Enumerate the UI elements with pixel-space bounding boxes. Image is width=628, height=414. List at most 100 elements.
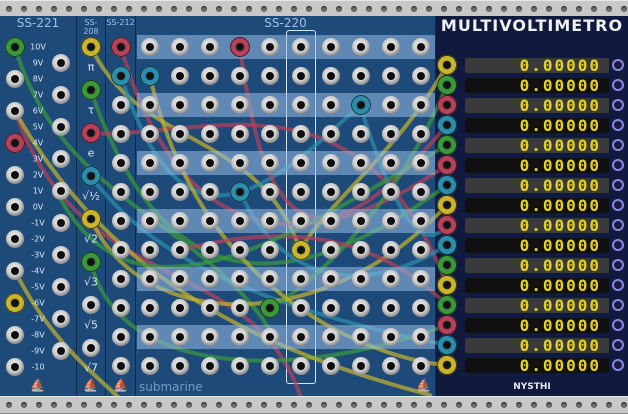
output-jack[interactable] bbox=[612, 239, 624, 251]
jack-socket[interactable] bbox=[321, 38, 340, 56]
jack-socket[interactable] bbox=[112, 96, 130, 114]
jack-socket[interactable] bbox=[171, 270, 190, 288]
output-jack[interactable] bbox=[612, 279, 624, 291]
jack-socket[interactable] bbox=[437, 75, 457, 95]
jack-socket[interactable] bbox=[112, 299, 130, 317]
output-jack[interactable] bbox=[612, 359, 624, 371]
jack-socket[interactable] bbox=[411, 154, 430, 172]
jack-socket[interactable] bbox=[171, 299, 190, 317]
jack-socket[interactable] bbox=[381, 212, 400, 230]
jack-socket[interactable] bbox=[411, 270, 430, 288]
jack-socket[interactable] bbox=[171, 96, 190, 114]
jack-socket[interactable] bbox=[52, 246, 70, 264]
jack-socket[interactable] bbox=[171, 154, 190, 172]
output-jack[interactable] bbox=[612, 179, 624, 191]
output-jack[interactable] bbox=[612, 219, 624, 231]
jack-socket[interactable] bbox=[411, 328, 430, 346]
jack-socket[interactable] bbox=[321, 154, 340, 172]
jack-socket[interactable] bbox=[81, 37, 101, 57]
output-jack[interactable] bbox=[612, 79, 624, 91]
jack-socket[interactable] bbox=[81, 209, 101, 229]
jack-socket[interactable] bbox=[437, 115, 457, 135]
jack-socket[interactable] bbox=[52, 150, 70, 168]
jack-socket[interactable] bbox=[291, 299, 310, 317]
jack-socket[interactable] bbox=[321, 67, 340, 85]
jack-socket[interactable] bbox=[171, 67, 190, 85]
jack-socket[interactable] bbox=[291, 96, 310, 114]
jack-socket[interactable] bbox=[411, 67, 430, 85]
jack-socket[interactable] bbox=[351, 67, 370, 85]
jack-socket[interactable] bbox=[141, 212, 159, 230]
jack-socket[interactable] bbox=[381, 96, 400, 114]
jack-socket[interactable] bbox=[52, 214, 70, 232]
jack-socket[interactable] bbox=[437, 55, 457, 75]
jack-socket[interactable] bbox=[411, 96, 430, 114]
jack-socket[interactable] bbox=[81, 166, 101, 186]
jack-socket[interactable] bbox=[141, 125, 159, 143]
jack-socket[interactable] bbox=[52, 54, 70, 72]
jack-socket[interactable] bbox=[140, 66, 160, 86]
jack-socket[interactable] bbox=[381, 154, 400, 172]
jack-socket[interactable] bbox=[437, 235, 457, 255]
jack-socket[interactable] bbox=[411, 299, 430, 317]
jack-socket[interactable] bbox=[291, 183, 310, 201]
jack-socket[interactable] bbox=[82, 339, 100, 357]
jack-socket[interactable] bbox=[321, 183, 340, 201]
jack-socket[interactable] bbox=[290, 240, 311, 260]
jack-socket[interactable] bbox=[321, 241, 340, 259]
jack-socket[interactable] bbox=[351, 212, 370, 230]
jack-socket[interactable] bbox=[112, 154, 130, 172]
output-jack[interactable] bbox=[612, 99, 624, 111]
jack-socket[interactable] bbox=[351, 270, 370, 288]
jack-socket[interactable] bbox=[112, 328, 130, 346]
jack-socket[interactable] bbox=[6, 70, 24, 88]
jack-socket[interactable] bbox=[141, 328, 159, 346]
jack-socket[interactable] bbox=[171, 328, 190, 346]
jack-socket[interactable] bbox=[6, 166, 24, 184]
jack-socket[interactable] bbox=[321, 299, 340, 317]
jack-socket[interactable] bbox=[81, 123, 101, 143]
jack-socket[interactable] bbox=[112, 357, 130, 375]
jack-socket[interactable] bbox=[411, 357, 430, 375]
jack-socket[interactable] bbox=[411, 38, 430, 56]
jack-socket[interactable] bbox=[6, 358, 24, 376]
jack-socket[interactable] bbox=[171, 183, 190, 201]
jack-socket[interactable] bbox=[351, 357, 370, 375]
jack-socket[interactable] bbox=[81, 80, 101, 100]
jack-socket[interactable] bbox=[141, 357, 159, 375]
jack-socket[interactable] bbox=[6, 230, 24, 248]
jack-socket[interactable] bbox=[411, 241, 430, 259]
jack-socket[interactable] bbox=[350, 95, 371, 115]
jack-socket[interactable] bbox=[52, 86, 70, 104]
jack-socket[interactable] bbox=[321, 96, 340, 114]
jack-socket[interactable] bbox=[437, 215, 457, 235]
jack-socket[interactable] bbox=[291, 38, 310, 56]
jack-socket[interactable] bbox=[437, 95, 457, 115]
jack-socket[interactable] bbox=[291, 212, 310, 230]
jack-socket[interactable] bbox=[381, 270, 400, 288]
jack-socket[interactable] bbox=[141, 96, 159, 114]
jack-socket[interactable] bbox=[5, 133, 25, 153]
jack-socket[interactable] bbox=[112, 212, 130, 230]
jack-socket[interactable] bbox=[141, 270, 159, 288]
jack-socket[interactable] bbox=[437, 335, 457, 355]
jack-socket[interactable] bbox=[381, 241, 400, 259]
jack-socket[interactable] bbox=[381, 67, 400, 85]
jack-socket[interactable] bbox=[141, 241, 159, 259]
jack-socket[interactable] bbox=[6, 262, 24, 280]
output-jack[interactable] bbox=[612, 199, 624, 211]
jack-socket[interactable] bbox=[351, 299, 370, 317]
jack-socket[interactable] bbox=[52, 342, 70, 360]
jack-socket[interactable] bbox=[437, 175, 457, 195]
jack-socket[interactable] bbox=[351, 125, 370, 143]
jack-socket[interactable] bbox=[411, 125, 430, 143]
jack-socket[interactable] bbox=[381, 357, 400, 375]
jack-socket[interactable] bbox=[52, 182, 70, 200]
jack-socket[interactable] bbox=[351, 154, 370, 172]
output-jack[interactable] bbox=[612, 159, 624, 171]
jack-socket[interactable] bbox=[321, 125, 340, 143]
jack-socket[interactable] bbox=[437, 295, 457, 315]
jack-socket[interactable] bbox=[82, 296, 100, 314]
jack-socket[interactable] bbox=[437, 255, 457, 275]
jack-socket[interactable] bbox=[6, 198, 24, 216]
